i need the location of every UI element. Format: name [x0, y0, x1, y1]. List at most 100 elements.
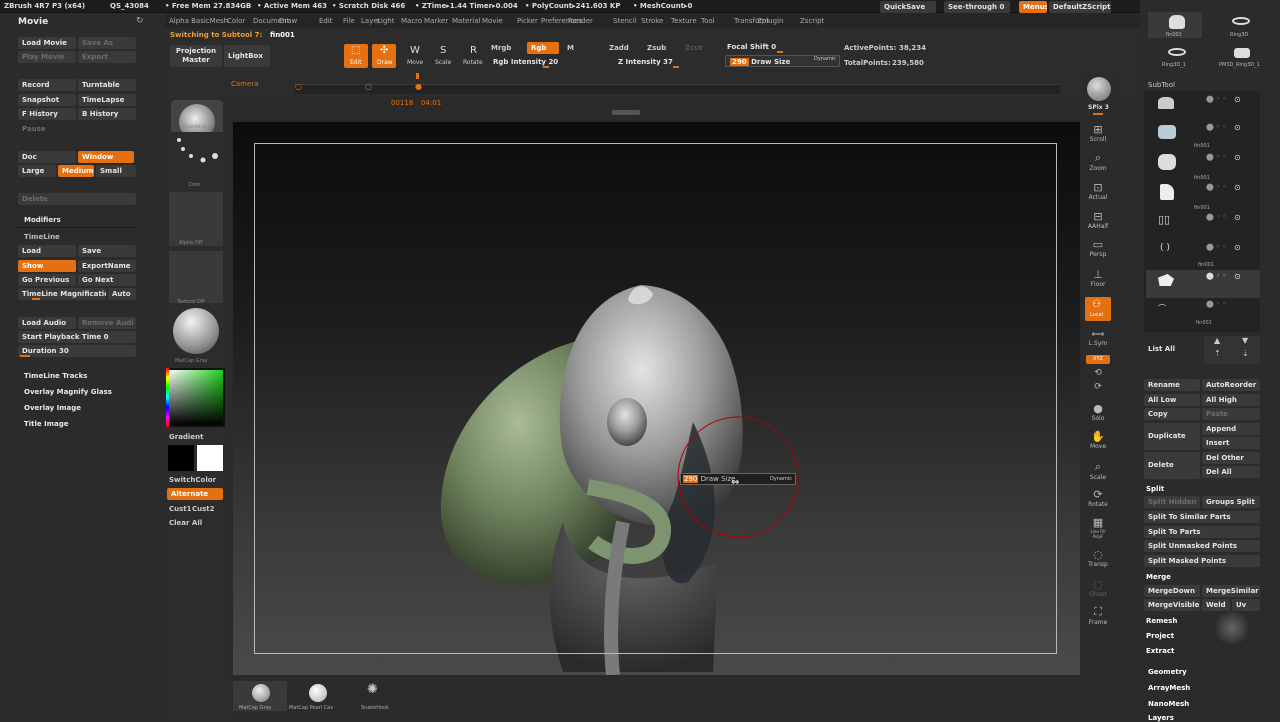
subtool-arrows[interactable]: ▲ ▼ ⇡ ⇣: [1204, 336, 1260, 364]
modifiers-label[interactable]: Modifiers: [24, 216, 61, 224]
split-masked-button[interactable]: Split Masked Points: [1144, 555, 1260, 567]
move-down-fast-icon[interactable]: ⇣: [1242, 349, 1249, 358]
tool-thumb-pm3d[interactable]: PM3D_Ring3D_1: [1210, 44, 1276, 70]
paste-button[interactable]: Paste: [1202, 408, 1260, 420]
cust2-button[interactable]: Cust2: [192, 505, 215, 513]
go-previous-button[interactable]: Go Previous: [18, 274, 76, 286]
window-button[interactable]: Window: [78, 151, 134, 163]
alpha-button[interactable]: [169, 192, 223, 246]
polyf-button[interactable]: ▦ Line Fill PolyF: [1087, 516, 1109, 539]
small-button[interactable]: Small: [96, 165, 136, 177]
focal-shift-slider[interactable]: Focal Shift 0: [723, 41, 813, 53]
timelapse-button[interactable]: TimeLapse: [78, 94, 136, 106]
subtool-row-2[interactable]: fin001 ⊙ ⬤ ◦ ◦: [1146, 121, 1260, 151]
remove-audio-button[interactable]: Remove Audi: [78, 317, 136, 329]
large-button[interactable]: Large: [18, 165, 56, 177]
menu-light[interactable]: Macro: [401, 17, 422, 25]
timeline-load-button[interactable]: Load: [18, 245, 76, 257]
title-image-item[interactable]: Title Image: [24, 420, 69, 428]
primary-color-swatch[interactable]: [197, 445, 223, 471]
nanomesh-header[interactable]: NanoMesh: [1148, 700, 1189, 708]
go-next-button[interactable]: Go Next: [78, 274, 136, 286]
menus-button[interactable]: Menus: [1019, 1, 1047, 13]
tool-thumb-fin001[interactable]: fin001: [1148, 12, 1202, 38]
export-name-button[interactable]: ExportName: [78, 260, 136, 272]
timeline-key-mid[interactable]: ○: [365, 82, 372, 91]
geometry-header[interactable]: Geometry: [1148, 668, 1187, 676]
quicksave-button[interactable]: QuickSave: [880, 1, 936, 13]
subtool-row-7-selected[interactable]: ⊙ ⬤ ◦ ◦: [1146, 270, 1260, 298]
subtool-header[interactable]: SubTool: [1148, 81, 1175, 89]
subtool-4-eye-icon[interactable]: ⊙: [1234, 183, 1241, 192]
spix-button[interactable]: SPix 3: [1088, 104, 1109, 111]
subtool-2-eye-icon[interactable]: ⊙: [1234, 123, 1241, 132]
menu-transform[interactable]: Zplugin: [757, 17, 783, 25]
uv-button[interactable]: Uv: [1232, 599, 1260, 611]
split-similar-button[interactable]: Split To Similar Parts: [1144, 511, 1260, 523]
timeline-header[interactable]: TimeLine: [24, 233, 60, 241]
subtool-1-toggles[interactable]: ⬤ ◦ ◦: [1206, 95, 1227, 103]
auto-button[interactable]: Auto: [108, 288, 136, 300]
doc-button[interactable]: Doc: [18, 151, 76, 163]
groups-split-button[interactable]: Groups Split: [1202, 496, 1260, 508]
move-button[interactable]: W Move: [402, 44, 426, 68]
canvas-top-handle[interactable]: [612, 110, 640, 115]
delete-movie-button[interactable]: Delete: [18, 193, 136, 205]
material-button[interactable]: [171, 308, 221, 358]
matcap-gray-slot[interactable]: MatCap Gray: [233, 681, 287, 711]
local-button[interactable]: ⚇ Local: [1085, 297, 1111, 321]
menu-material[interactable]: Movie: [482, 17, 503, 25]
hue-strip[interactable]: [166, 368, 169, 427]
duplicate-button[interactable]: Duplicate: [1144, 423, 1200, 450]
rotate-z-icon[interactable]: ⟲: [1087, 368, 1109, 378]
mrgb-button[interactable]: Mrgb: [491, 44, 511, 52]
export-button[interactable]: Export: [78, 51, 136, 63]
menu-stencil[interactable]: Stroke: [641, 17, 663, 25]
duration-slider[interactable]: Duration 30: [18, 345, 136, 357]
timeline-track[interactable]: [295, 84, 1060, 94]
subtool-5-toggles[interactable]: ⬤ ◦ ◦: [1206, 213, 1227, 221]
clear-all-button[interactable]: Clear All: [169, 519, 202, 527]
split-parts-button[interactable]: Split To Parts: [1144, 526, 1260, 538]
rotate-y-icon[interactable]: ⟳: [1087, 382, 1109, 392]
del-other-button[interactable]: Del Other: [1202, 452, 1260, 464]
insert-button[interactable]: Insert: [1202, 437, 1260, 449]
frame-button[interactable]: ⛶ Frame: [1087, 605, 1109, 626]
solo-button[interactable]: ● Solo: [1087, 402, 1109, 422]
scale-button[interactable]: S Scale: [431, 44, 455, 68]
subtool-2-toggles[interactable]: ⬤ ◦ ◦: [1206, 123, 1227, 131]
menu-marker[interactable]: Material: [452, 17, 480, 25]
pause-button[interactable]: Pause: [18, 123, 76, 135]
dots-stroke-button[interactable]: [171, 132, 223, 180]
menu-draw[interactable]: Edit: [319, 17, 333, 25]
floor-button[interactable]: ⊥ Floor: [1087, 268, 1109, 288]
menu-movie[interactable]: Picker: [517, 17, 538, 25]
subtool-6-toggles[interactable]: ⬤ ◦ ◦: [1206, 243, 1227, 251]
subtool-4-toggles[interactable]: ⬤ ◦ ◦: [1206, 183, 1227, 191]
tool-thumb-ring3d[interactable]: Ring3D: [1210, 12, 1270, 38]
extract-header[interactable]: Extract: [1146, 647, 1174, 655]
alternate-button[interactable]: Alternate: [167, 488, 223, 500]
menu-brush[interactable]: Color: [227, 17, 245, 25]
subtool-row-5[interactable]: ▯▯ ⊙ ⬤ ◦ ◦: [1146, 211, 1260, 241]
append-button[interactable]: Append: [1202, 423, 1260, 435]
b-history-button[interactable]: B History: [78, 108, 136, 120]
copy-button[interactable]: Copy: [1144, 408, 1200, 420]
save-as-button[interactable]: Save As: [78, 37, 136, 49]
subtool-1-eye-icon[interactable]: ⊙: [1234, 95, 1241, 104]
menu-document[interactable]: Draw: [279, 17, 297, 25]
xyz-button[interactable]: XYZ: [1086, 355, 1110, 364]
timeline-key-start[interactable]: ○: [295, 82, 302, 91]
timeline-show-button[interactable]: Show: [18, 260, 76, 272]
merge-visible-button[interactable]: MergeVisible: [1144, 599, 1200, 611]
panel-refresh-icon[interactable]: ↻: [136, 16, 144, 26]
matcap-pearl-slot[interactable]: MatCap Pearl Cav: [289, 681, 345, 711]
persp-button[interactable]: ▭ Persp: [1087, 238, 1109, 258]
menu-render[interactable]: Stencil: [613, 17, 637, 25]
color-picker[interactable]: [166, 368, 225, 427]
autoreorder-button[interactable]: AutoReorder: [1202, 379, 1260, 391]
subtool-row-1[interactable]: ⊙ ⬤ ◦ ◦: [1146, 93, 1260, 121]
snakehook-slot[interactable]: ✺ SnakeHook: [349, 681, 403, 711]
all-high-button[interactable]: All High: [1202, 394, 1260, 406]
switchcolor-button[interactable]: SwitchColor: [169, 476, 216, 484]
